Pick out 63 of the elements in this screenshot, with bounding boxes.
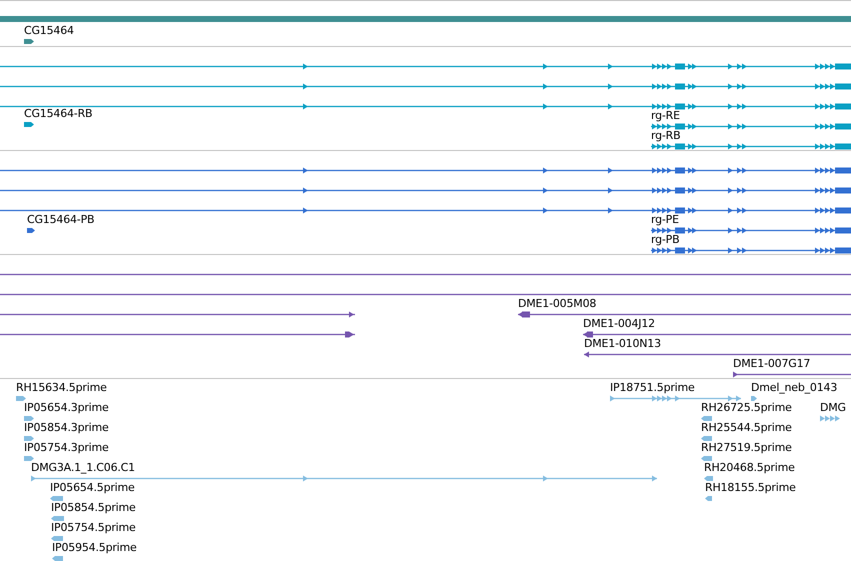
feature-label: DMG3A.1_1.C06.C1 bbox=[31, 461, 135, 474]
feature-arrow-icon[interactable] bbox=[24, 122, 34, 127]
transcript-drawing[interactable] bbox=[651, 143, 851, 150]
feature-label: DME1-004J12 bbox=[583, 317, 655, 330]
feature-label: RH25544.5prime bbox=[701, 421, 792, 434]
feature-arrow-icon[interactable] bbox=[16, 396, 26, 401]
feature-label: RH27519.5prime bbox=[701, 441, 792, 454]
feature-arrow-icon[interactable] bbox=[701, 456, 712, 461]
feature-label: IP05654.5prime bbox=[50, 481, 135, 494]
transcript-drawing[interactable] bbox=[0, 187, 851, 194]
transcript-drawing[interactable] bbox=[518, 311, 851, 318]
transcript-drawing[interactable] bbox=[0, 331, 355, 338]
transcript-drawing[interactable] bbox=[0, 103, 851, 110]
feature-label: DME1-010N13 bbox=[584, 337, 661, 350]
feature-label: CG15464 bbox=[24, 24, 74, 37]
feature-arrow-icon[interactable] bbox=[52, 556, 63, 561]
feature-label: IP05754.3prime bbox=[24, 441, 109, 454]
transcript-drawing[interactable] bbox=[583, 331, 851, 338]
feature-label: IP18751.5prime bbox=[610, 381, 695, 394]
feature-label: rg-PE bbox=[651, 213, 679, 226]
transcript-drawing[interactable] bbox=[651, 247, 851, 254]
transcript-drawing[interactable] bbox=[733, 371, 851, 378]
feature-arrow-icon[interactable] bbox=[51, 536, 63, 541]
feature-label: RH20468.5prime bbox=[704, 461, 795, 474]
feature-arrow-icon[interactable] bbox=[701, 416, 712, 421]
transcript-drawing[interactable] bbox=[0, 167, 851, 174]
feature-arrow-icon[interactable] bbox=[24, 436, 34, 441]
feature-arrow-icon[interactable] bbox=[24, 39, 34, 44]
transcript-drawing[interactable] bbox=[0, 63, 851, 70]
feature-label: IP05754.5prime bbox=[51, 521, 136, 534]
feature-arrow-icon[interactable] bbox=[704, 476, 713, 481]
feature-label: DME1-007G17 bbox=[733, 357, 810, 370]
feature-label: IP05854.5prime bbox=[51, 501, 136, 514]
feature-label: RH15634.5prime bbox=[16, 381, 107, 394]
feature-label: Dmel_neb_0143 bbox=[751, 381, 838, 394]
feature-label: rg-RE bbox=[651, 109, 680, 122]
transcript-drawing[interactable] bbox=[584, 351, 851, 358]
transcript-drawing[interactable] bbox=[0, 207, 851, 214]
feature-arrow-icon[interactable] bbox=[51, 516, 64, 521]
feature-arrow-icon[interactable] bbox=[751, 396, 757, 401]
feature-label: CG15464-RB bbox=[24, 107, 92, 120]
feature-label: IP05654.3prime bbox=[24, 401, 109, 414]
transcript-drawing[interactable] bbox=[651, 123, 851, 130]
transcript-drawing[interactable] bbox=[0, 311, 355, 318]
transcript-drawing[interactable] bbox=[0, 291, 851, 298]
feature-label: rg-RB bbox=[651, 129, 680, 142]
feature-arrow-icon[interactable] bbox=[705, 496, 712, 501]
feature-arrow-icon[interactable] bbox=[50, 496, 63, 501]
feature-arrow-icon[interactable] bbox=[24, 456, 34, 461]
feature-arrow-icon[interactable] bbox=[701, 436, 712, 441]
feature-label: DMG bbox=[820, 401, 846, 414]
feature-label: RH18155.5prime bbox=[705, 481, 796, 494]
feature-arrow-icon[interactable] bbox=[24, 416, 34, 421]
transcript-drawing[interactable] bbox=[0, 83, 851, 90]
feature-label: DME1-005M08 bbox=[518, 297, 596, 310]
feature-label: IP05854.3prime bbox=[24, 421, 109, 434]
transcript-drawing[interactable] bbox=[0, 271, 851, 278]
feature-label: RH26725.5prime bbox=[701, 401, 792, 414]
feature-label: CG15464-PB bbox=[27, 213, 94, 226]
transcript-drawing[interactable] bbox=[651, 227, 851, 234]
feature-arrow-icon[interactable] bbox=[27, 228, 35, 233]
feature-label: rg-PB bbox=[651, 233, 680, 246]
feature-label: IP05954.5prime bbox=[52, 541, 137, 554]
